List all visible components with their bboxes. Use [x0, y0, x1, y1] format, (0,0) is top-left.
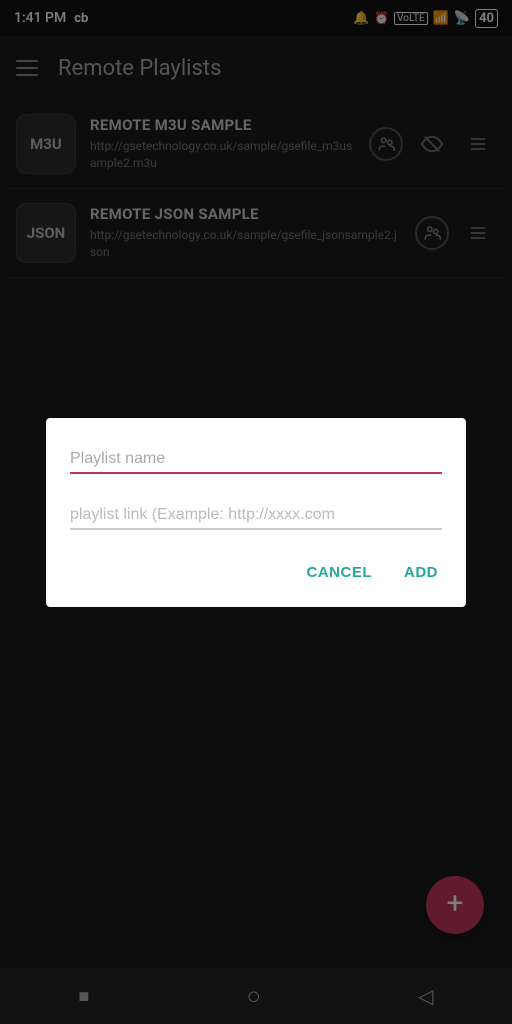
dialog-overlay: CANCEL ADD: [0, 0, 512, 1024]
dialog-actions: CANCEL ADD: [70, 558, 442, 587]
playlist-name-field: [70, 446, 442, 474]
playlist-name-input[interactable]: [70, 446, 442, 474]
add-playlist-dialog: CANCEL ADD: [46, 418, 466, 607]
playlist-link-field: [70, 502, 442, 530]
cancel-button[interactable]: CANCEL: [303, 558, 377, 587]
add-button[interactable]: ADD: [400, 558, 442, 587]
playlist-link-input[interactable]: [70, 502, 442, 530]
